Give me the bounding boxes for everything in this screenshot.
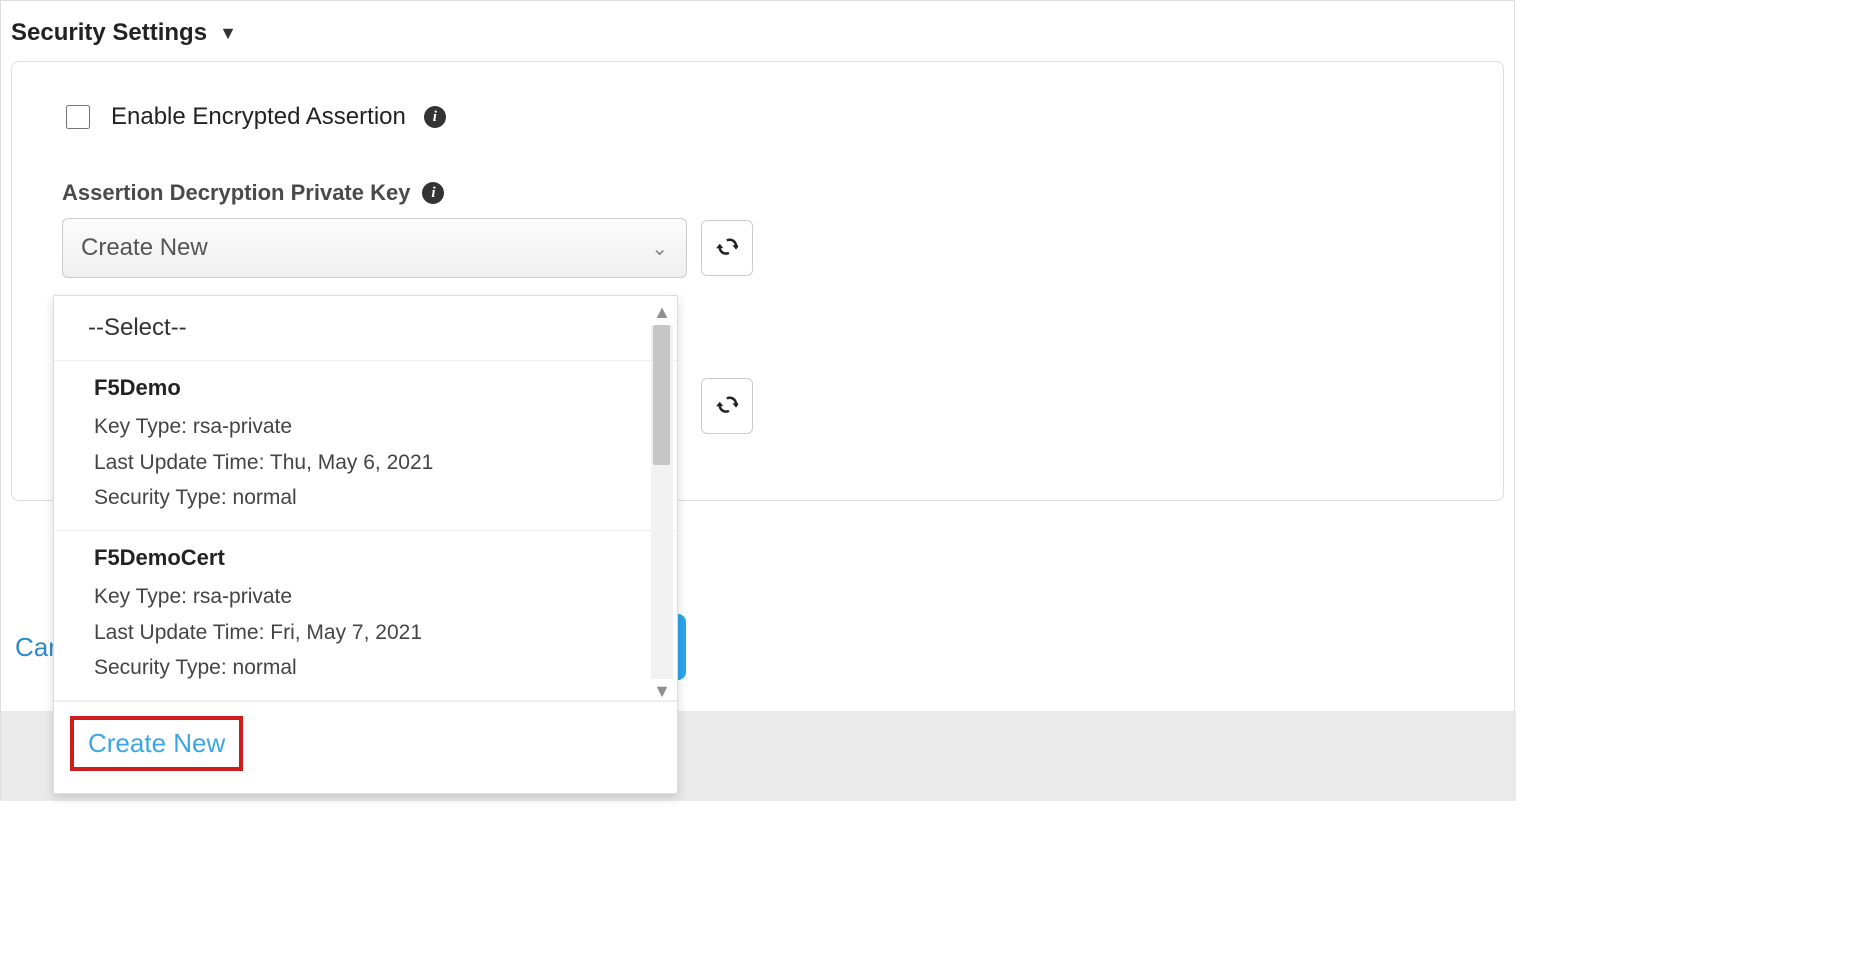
dropdown-option-f5demo[interactable]: F5Demo Key Type: rsa-private Last Update…	[54, 361, 677, 531]
section-header[interactable]: Security Settings ▼	[1, 1, 1514, 55]
refresh-icon	[716, 395, 738, 417]
dropdown-footer: Create New	[54, 701, 677, 793]
enable-encrypted-assertion-label: Enable Encrypted Assertion	[111, 103, 406, 131]
security-type-label: Security Type:	[94, 656, 227, 679]
security-type-value: normal	[233, 486, 297, 509]
scroll-thumb[interactable]	[653, 325, 670, 465]
page-container: Security Settings ▼ Enable Encrypted Ass…	[0, 0, 1515, 800]
last-update-label: Last Update Time:	[94, 451, 264, 474]
dropdown-option-select[interactable]: --Select--	[54, 296, 677, 361]
section-title: Security Settings	[11, 19, 207, 47]
assertion-key-selected-value: Create New	[81, 234, 208, 262]
assertion-key-dropdown: --Select-- F5Demo Key Type: rsa-private …	[53, 295, 678, 794]
scroll-down-icon[interactable]: ▼	[653, 681, 671, 701]
enable-encrypted-assertion-checkbox[interactable]	[66, 105, 90, 129]
last-update-value: Thu, May 6, 2021	[270, 451, 433, 474]
security-type-label: Security Type:	[94, 486, 227, 509]
key-type-value: rsa-private	[193, 585, 292, 608]
assertion-key-label: Assertion Decryption Private Key	[62, 180, 410, 206]
enable-encrypted-assertion-row: Enable Encrypted Assertion i	[62, 102, 1453, 132]
option-meta: Key Type: rsa-private Last Update Time: …	[94, 579, 637, 686]
caret-down-icon: ▼	[219, 23, 237, 44]
option-title: F5DemoCert	[94, 545, 637, 571]
key-type-value: rsa-private	[193, 415, 292, 438]
scroll-up-icon[interactable]: ▲	[653, 302, 671, 323]
refresh-button-2[interactable]	[701, 378, 753, 434]
dropdown-scrollbar[interactable]: ▲ ▼	[649, 302, 675, 701]
scroll-track[interactable]	[651, 325, 673, 679]
dropdown-option-f5democert[interactable]: F5DemoCert Key Type: rsa-private Last Up…	[54, 531, 677, 701]
assertion-key-select-row: Create New ⌄	[62, 218, 1453, 278]
info-icon[interactable]: i	[422, 182, 444, 204]
assertion-key-select[interactable]: Create New ⌄	[62, 218, 687, 278]
chevron-down-icon: ⌄	[651, 236, 668, 261]
dropdown-list: --Select-- F5Demo Key Type: rsa-private …	[54, 296, 677, 701]
option-title: F5Demo	[94, 375, 637, 401]
key-type-label: Key Type:	[94, 585, 187, 608]
key-type-label: Key Type:	[94, 415, 187, 438]
security-type-value: normal	[233, 656, 297, 679]
refresh-button[interactable]	[701, 220, 753, 276]
option-meta: Key Type: rsa-private Last Update Time: …	[94, 409, 637, 516]
create-new-link[interactable]: Create New	[70, 716, 243, 771]
assertion-key-label-row: Assertion Decryption Private Key i	[62, 180, 1453, 206]
refresh-icon	[716, 237, 738, 259]
dropdown-placeholder: --Select--	[88, 314, 187, 341]
last-update-value: Fri, May 7, 2021	[270, 621, 422, 644]
info-icon[interactable]: i	[424, 106, 446, 128]
last-update-label: Last Update Time:	[94, 621, 264, 644]
